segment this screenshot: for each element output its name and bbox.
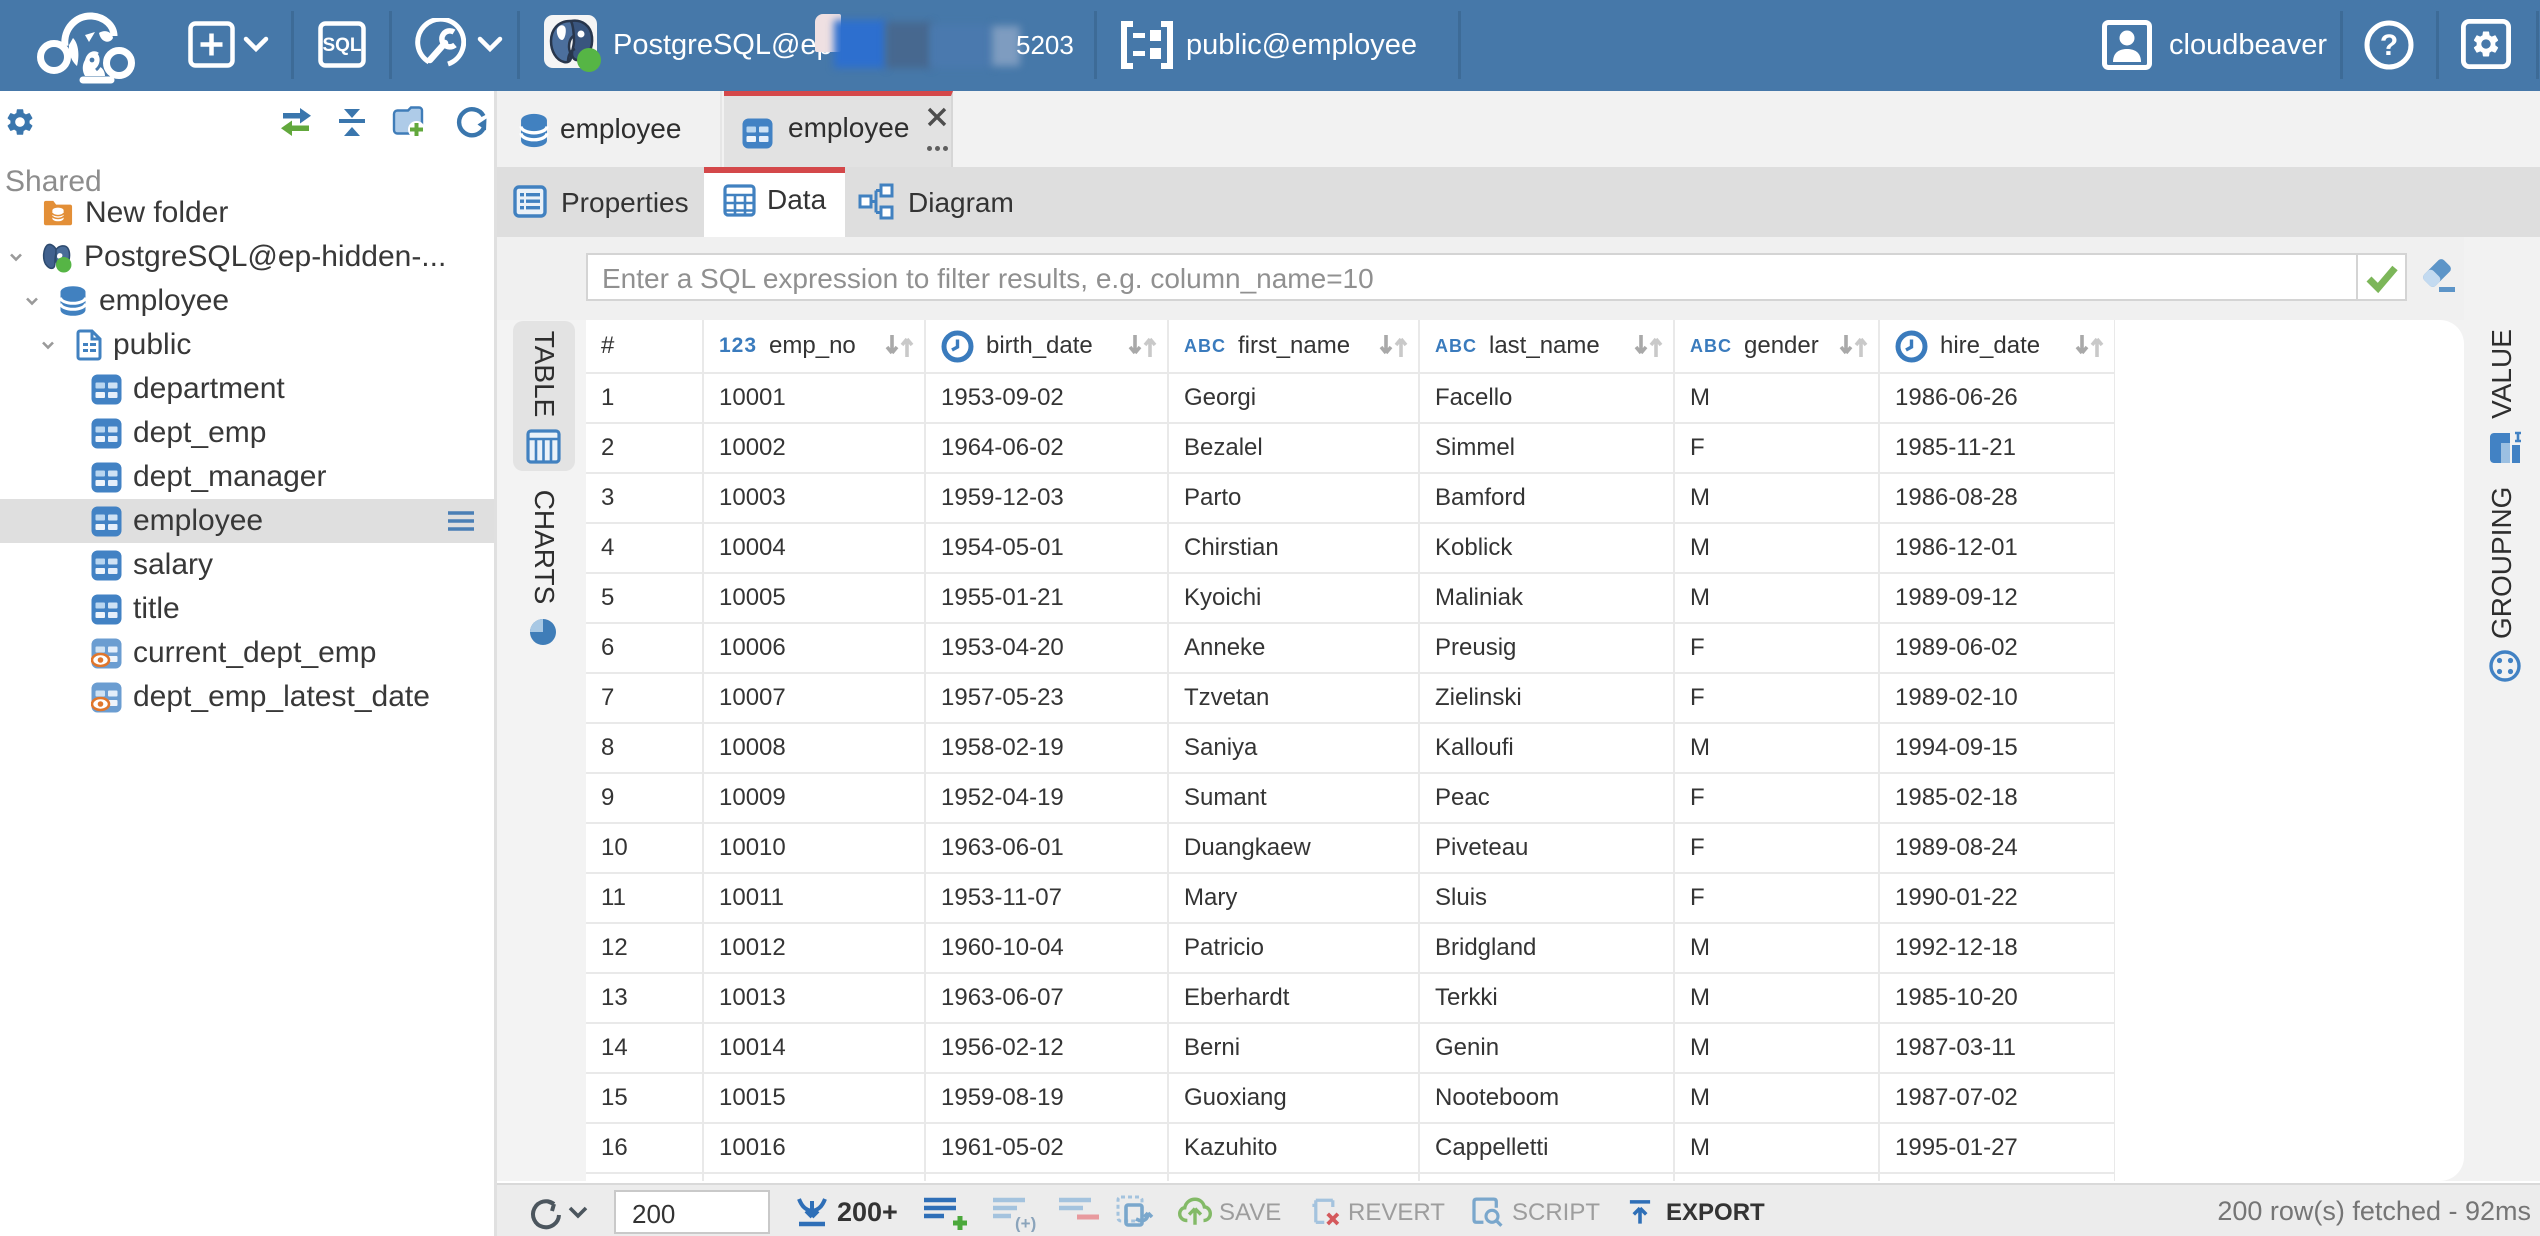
svg-text:?: ?	[2380, 29, 2398, 62]
svg-text:(+): (+)	[1015, 1214, 1036, 1232]
svg-text:SQL: SQL	[322, 35, 361, 56]
